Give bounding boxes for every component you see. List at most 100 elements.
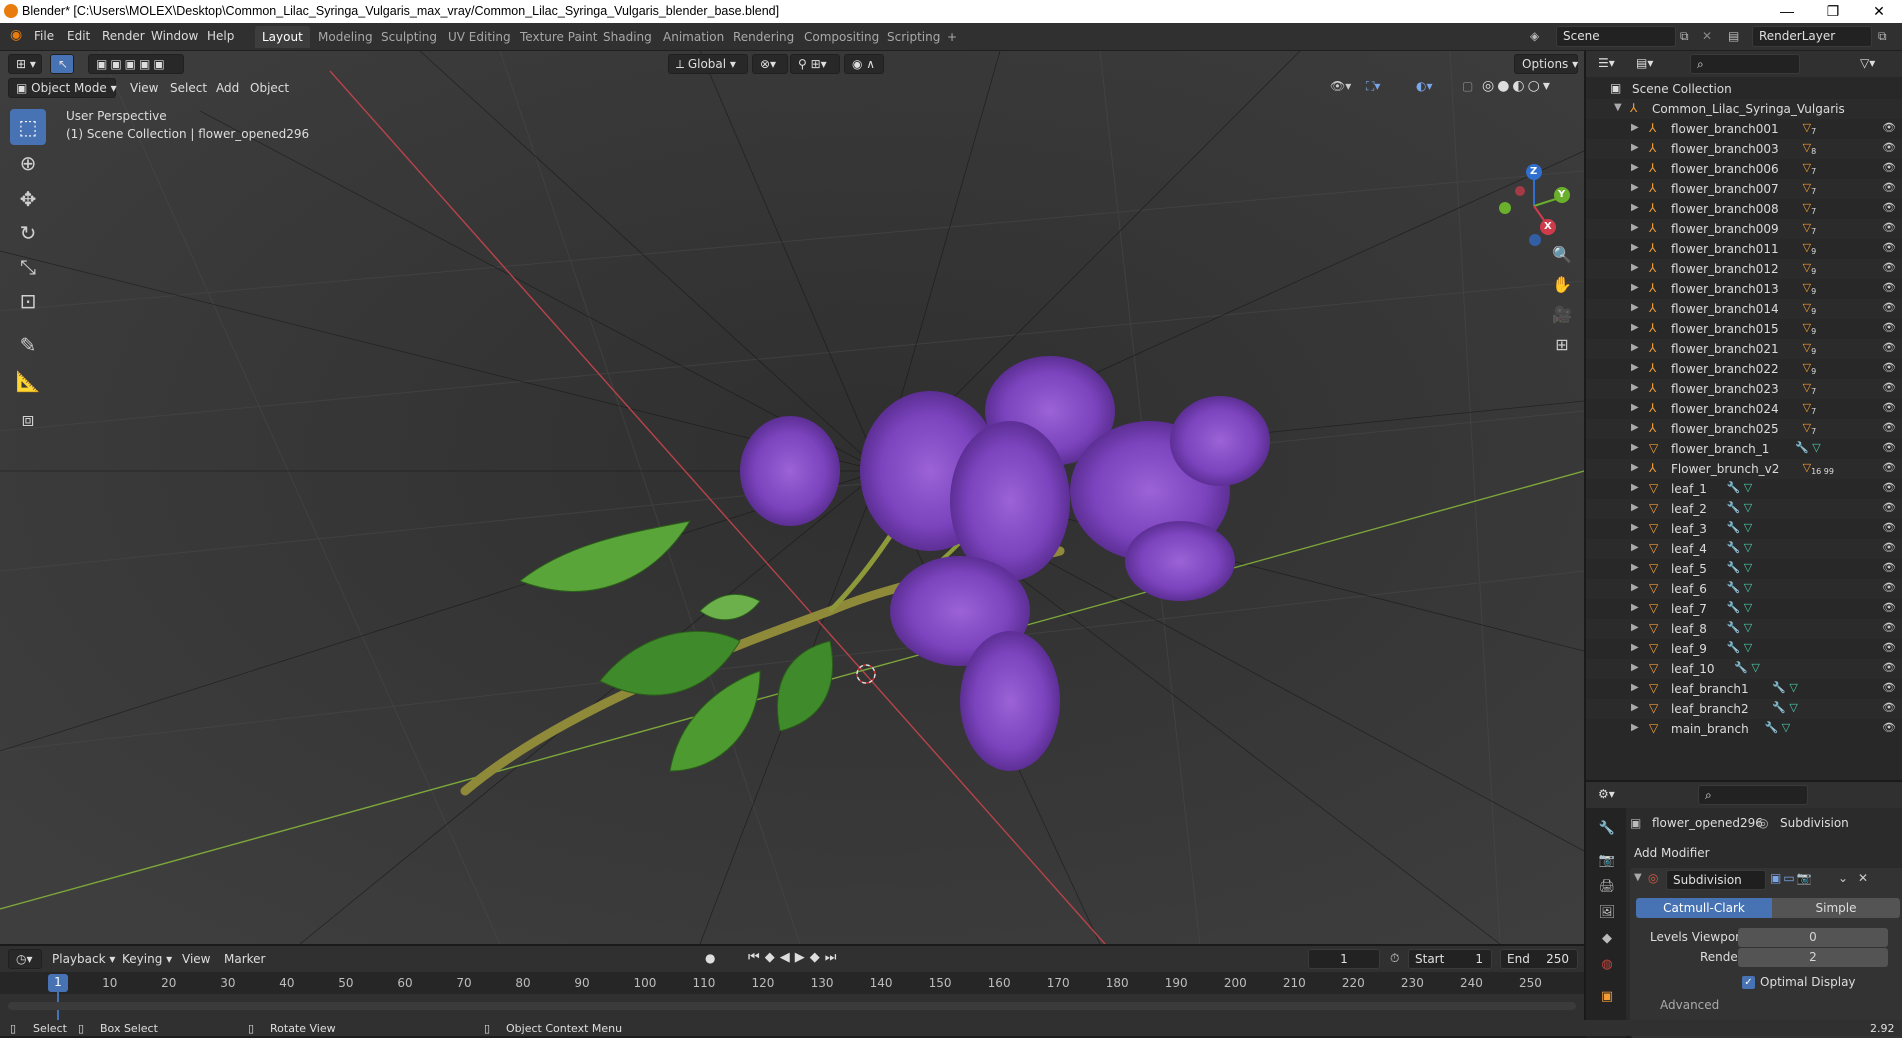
preview-range-icon[interactable]: ⏱ [1390, 951, 1399, 966]
mesh-data-icon[interactable]: ▽ [1744, 601, 1752, 614]
optimal-display-checkbox[interactable]: ✓ [1742, 976, 1755, 989]
minimize-button[interactable]: — [1764, 0, 1810, 23]
modifier-wrench-icon[interactable]: 🔧 [1727, 481, 1741, 494]
child-objects-icon[interactable]: ▽7 [1803, 421, 1817, 436]
outliner-item[interactable]: ▶ ⅄ flower_branch003 ▽8 👁 [1586, 139, 1902, 159]
select-menu[interactable]: Select [170, 81, 207, 95]
child-objects-icon[interactable]: ▽9 [1803, 261, 1817, 276]
menu-window[interactable]: Window [151, 29, 198, 43]
snap-icon[interactable]: ⚲ ⊞▾ [790, 54, 840, 74]
outliner-item[interactable]: ▶ ▽ leaf_4 🔧 ▽ 👁 [1586, 539, 1902, 559]
expand-arrow-icon[interactable]: ▶ [1631, 662, 1639, 673]
scene-collection-row[interactable]: ▣ Scene Collection [1586, 79, 1902, 99]
render-levels-field[interactable]: 2 [1738, 948, 1888, 967]
tab-rendering[interactable]: Rendering [726, 26, 801, 48]
visibility-eye-icon[interactable]: 👁 [1882, 201, 1896, 214]
child-objects-icon[interactable]: ▽9 [1803, 361, 1817, 376]
outliner-item[interactable]: ▶ ⅄ flower_branch011 ▽9 👁 [1586, 239, 1902, 259]
child-objects-icon[interactable]: ▽7 [1803, 381, 1817, 396]
modifier-wrench-icon[interactable]: 🔧 [1772, 681, 1786, 694]
expand-arrow-icon[interactable]: ▶ [1631, 342, 1639, 353]
outliner-item[interactable]: ▶ ⅄ flower_branch023 ▽7 👁 [1586, 379, 1902, 399]
mesh-data-icon[interactable]: ▽ [1789, 681, 1797, 694]
visibility-eye-icon[interactable]: 👁 [1882, 481, 1896, 494]
outliner-item[interactable]: ▶ ▽ leaf_6 🔧 ▽ 👁 [1586, 579, 1902, 599]
marker-menu[interactable]: Marker [224, 952, 265, 966]
child-objects-icon[interactable]: ▽9 [1803, 281, 1817, 296]
menu-help[interactable]: Help [207, 29, 234, 43]
keying-menu[interactable]: Keying ▾ [122, 952, 172, 966]
modifier-display-toggles-icon[interactable]: ▣▭📷 [1770, 871, 1814, 885]
visibility-eye-icon[interactable]: 👁 [1882, 541, 1896, 554]
view-menu[interactable]: View [130, 81, 158, 95]
menu-render[interactable]: Render [102, 29, 145, 43]
visibility-eye-icon[interactable]: 👁 [1882, 401, 1896, 414]
view-layer-tab-icon[interactable]: 🖼 [1596, 902, 1618, 924]
child-objects-icon[interactable]: ▽16 99 [1803, 461, 1834, 476]
mesh-data-icon[interactable]: ▽ [1744, 501, 1752, 514]
menu-edit[interactable]: Edit [67, 29, 90, 43]
outliner-item[interactable]: ▶ ⅄ flower_branch009 ▽7 👁 [1586, 219, 1902, 239]
outliner-item[interactable]: ▶ ⅄ flower_branch006 ▽7 👁 [1586, 159, 1902, 179]
mesh-data-icon[interactable]: ▽ [1744, 561, 1752, 574]
tool-add-cube[interactable]: ⧈ [10, 401, 46, 437]
record-keyframe-icon[interactable]: ● [705, 951, 715, 965]
new-view-layer-icon[interactable]: ⧉ [1878, 29, 1887, 44]
advanced-subpanel-label[interactable]: Advanced [1660, 998, 1719, 1012]
mesh-data-icon[interactable]: ▽ [1744, 481, 1752, 494]
modifier-name-input[interactable]: Subdivision [1666, 870, 1766, 890]
mesh-data-icon[interactable]: ▽ [1789, 701, 1797, 714]
expand-arrow-icon[interactable]: ▶ [1631, 602, 1639, 613]
visibility-eye-icon[interactable]: 👁 [1882, 381, 1896, 394]
modifier-wrench-icon[interactable]: 🔧 [1772, 701, 1786, 714]
timeline-editor-type-icon[interactable]: ◷▾ [8, 949, 42, 969]
mesh-data-icon[interactable]: ▽ [1744, 581, 1752, 594]
modifier-wrench-icon[interactable]: 🔧 [1727, 641, 1741, 654]
outliner-editor-type-icon[interactable]: ☰▾ [1598, 56, 1615, 70]
collapse-modifier-icon[interactable]: ▼ [1634, 872, 1642, 883]
tab-animation[interactable]: Animation [656, 26, 731, 48]
maximize-button[interactable]: ❐ [1810, 0, 1856, 23]
modifier-wrench-icon[interactable]: 🔧 [1727, 521, 1741, 534]
tool-select-box[interactable]: ⬚ [10, 109, 46, 145]
blender-menu-icon[interactable]: ◉ [10, 27, 22, 43]
shading-mode-icons[interactable]: ◎●◐○▾ [1482, 78, 1553, 94]
tab-scripting[interactable]: Scripting [880, 26, 947, 48]
outliner-item[interactable]: ▶ ▽ leaf_2 🔧 ▽ 👁 [1586, 499, 1902, 519]
expand-arrow-icon[interactable]: ▶ [1631, 182, 1639, 193]
child-objects-icon[interactable]: ▽7 [1803, 221, 1817, 236]
expand-arrow-icon[interactable]: ▶ [1631, 122, 1639, 133]
outliner-item[interactable]: ▶ ▽ leaf_1 🔧 ▽ 👁 [1586, 479, 1902, 499]
expand-arrow-icon[interactable]: ▶ [1631, 282, 1639, 293]
xray-icon[interactable]: ▢ [1462, 79, 1473, 93]
outliner-item[interactable]: ▶ ⅄ flower_branch001 ▽7 👁 [1586, 119, 1902, 139]
visibility-icon[interactable]: 👁▾ [1330, 79, 1351, 93]
timeline-view-menu[interactable]: View [182, 952, 210, 966]
visibility-eye-icon[interactable]: 👁 [1882, 261, 1896, 274]
start-frame-field[interactable]: Start 1 [1408, 949, 1492, 969]
visibility-eye-icon[interactable]: 👁 [1882, 661, 1896, 674]
modifier-menu-chevron-icon[interactable]: ⌄ [1838, 871, 1848, 885]
expand-arrow-icon[interactable]: ▶ [1631, 502, 1639, 513]
remove-scene-icon[interactable]: ✕ [1702, 29, 1712, 43]
tool-move[interactable]: ✥ [10, 181, 46, 217]
mesh-data-icon[interactable]: ▽ [1744, 541, 1752, 554]
expand-arrow-icon[interactable]: ▶ [1631, 262, 1639, 273]
pivot-point-icon[interactable]: ⊗▾ [752, 54, 788, 74]
expand-arrow-icon[interactable]: ▶ [1631, 202, 1639, 213]
properties-editor-type-icon[interactable]: ⚙▾ [1598, 787, 1615, 801]
visibility-eye-icon[interactable]: 👁 [1882, 641, 1896, 654]
outliner-item[interactable]: ▶ ▽ leaf_10 🔧 ▽ 👁 [1586, 659, 1902, 679]
tool-measure[interactable]: 📐 [10, 363, 46, 399]
outliner-item[interactable]: ▶ ⅄ Flower_brunch_v2 ▽16 99 👁 [1586, 459, 1902, 479]
outliner-item[interactable]: ▶ ▽ leaf_branch1 🔧 ▽ 👁 [1586, 679, 1902, 699]
expand-arrow-icon[interactable]: ▶ [1631, 442, 1639, 453]
zoom-icon[interactable]: 🔍 [1548, 241, 1576, 269]
child-objects-icon[interactable]: ▽9 [1803, 321, 1817, 336]
visibility-eye-icon[interactable]: 👁 [1882, 561, 1896, 574]
visibility-eye-icon[interactable]: 👁 [1882, 241, 1896, 254]
simple-button[interactable]: Simple [1772, 898, 1900, 918]
remove-modifier-icon[interactable]: ✕ [1858, 871, 1868, 885]
outliner-item[interactable]: ▶ ⅄ flower_branch025 ▽7 👁 [1586, 419, 1902, 439]
outliner-item[interactable]: ▶ ▽ flower_branch_1 🔧 ▽ 👁 [1586, 439, 1902, 459]
